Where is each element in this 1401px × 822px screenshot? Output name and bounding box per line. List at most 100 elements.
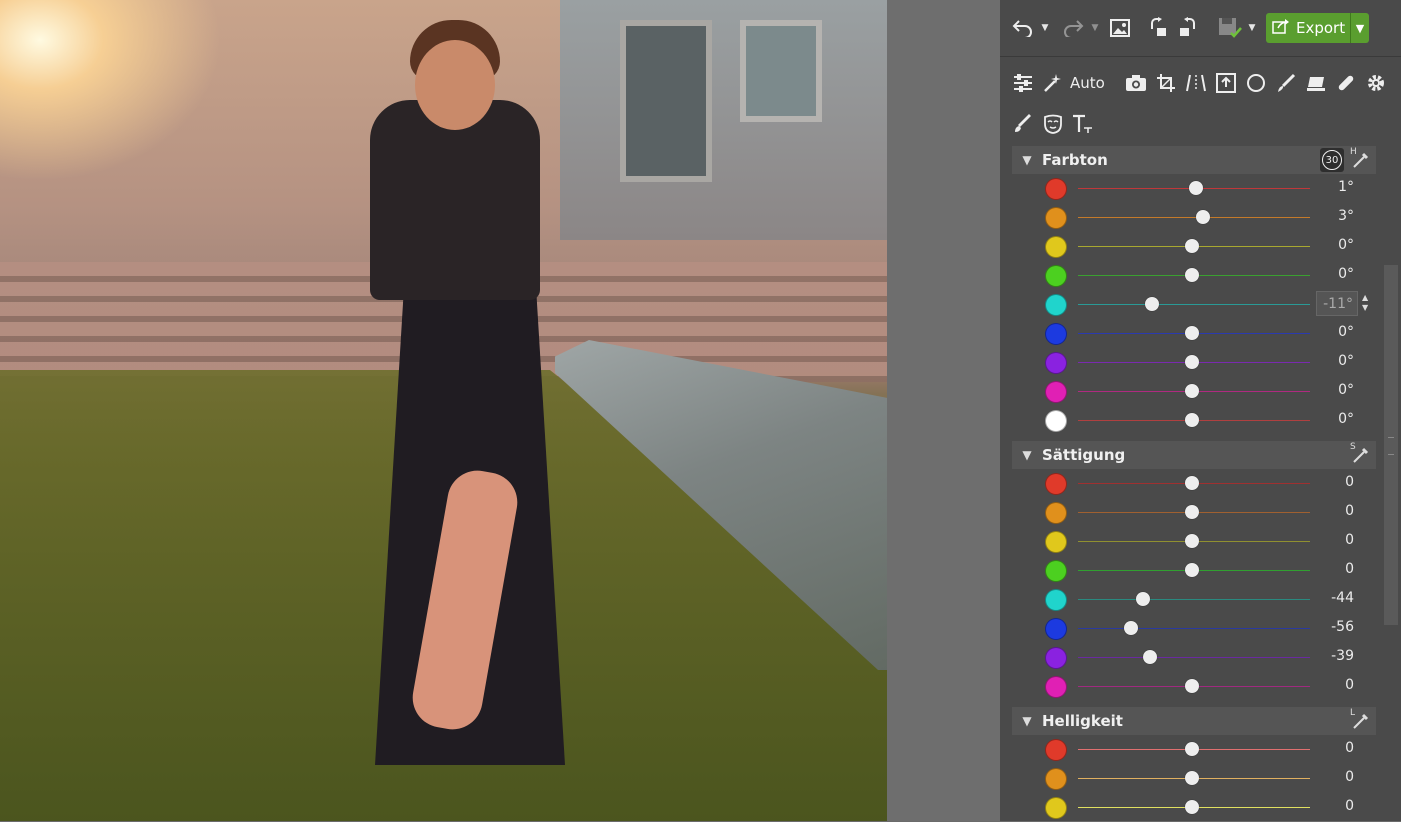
saturation-slider-track[interactable] (1078, 599, 1310, 600)
redo-icon[interactable] (1060, 14, 1086, 42)
scrollbar-grip[interactable] (1388, 437, 1394, 455)
hue-slider-row: 0° (1000, 348, 1390, 377)
lightness-value: 0 (1345, 798, 1354, 814)
hue-picker-icon[interactable]: H (1350, 147, 1372, 171)
hue-slider-thumb[interactable] (1145, 297, 1160, 311)
color-swatch (1045, 178, 1067, 200)
hue-slider-track[interactable] (1078, 304, 1310, 305)
hue-slider-row: 0° (1000, 319, 1390, 348)
export-icon (1266, 18, 1296, 38)
hue-slider-thumb[interactable] (1184, 239, 1199, 253)
magic-wand-icon[interactable] (1040, 70, 1066, 96)
lightness-slider-thumb[interactable] (1184, 771, 1199, 785)
saturation-slider-row: -39 (1000, 643, 1390, 672)
range-30-toggle[interactable]: 30 (1320, 148, 1344, 172)
lightness-slider-thumb[interactable] (1184, 800, 1199, 814)
saturation-section-title: Sättigung (1042, 446, 1126, 464)
lightness-slider-thumb[interactable] (1184, 742, 1199, 756)
saturation-slider-thumb[interactable] (1135, 592, 1150, 606)
value-spinner-icon[interactable]: ▲ ▼ (1362, 293, 1368, 313)
hue-slider-thumb[interactable] (1184, 355, 1199, 369)
color-swatch (1045, 768, 1067, 790)
save-icon[interactable] (1216, 14, 1244, 42)
hue-value: 0° (1338, 237, 1354, 253)
saturation-slider-track[interactable] (1078, 628, 1310, 629)
saturation-slider-row: 0 (1000, 556, 1390, 585)
perspective-icon[interactable] (1183, 70, 1209, 96)
hue-slider-thumb[interactable] (1184, 384, 1199, 398)
hue-picker-letter: H (1350, 147, 1357, 157)
collapse-triangle-icon[interactable]: ▼ (1012, 448, 1042, 462)
color-swatch (1045, 473, 1067, 495)
redo-history-chevron-down-icon[interactable]: ▼ (1088, 14, 1102, 42)
brush-icon[interactable] (1273, 70, 1299, 96)
hue-value-input[interactable]: -11° (1316, 291, 1358, 316)
color-swatch (1045, 739, 1067, 761)
hue-slider-thumb[interactable] (1196, 210, 1211, 224)
canvas-gutter (887, 0, 1000, 821)
color-swatch (1045, 352, 1067, 374)
crop-icon[interactable] (1153, 70, 1179, 96)
saturation-slider-track[interactable] (1078, 657, 1310, 658)
hue-slider-row: 3° (1000, 203, 1390, 232)
bandage-icon[interactable] (1333, 70, 1359, 96)
lightness-picker-icon[interactable]: L (1350, 708, 1372, 732)
panel-scrollbar[interactable] (1384, 265, 1398, 625)
hue-slider-row: -11° ▲ ▼ (1000, 290, 1390, 319)
face-retouch-icon[interactable] (1040, 111, 1066, 137)
saturation-value: 0 (1345, 503, 1354, 519)
saturation-slider-row: -44 (1000, 585, 1390, 614)
color-swatch (1045, 676, 1067, 698)
color-swatch (1045, 323, 1067, 345)
top-toolbar: ▼ ▼ ▼ Export ▼ (1000, 0, 1401, 57)
saturation-slider-thumb[interactable] (1184, 476, 1199, 490)
text-icon[interactable] (1070, 111, 1096, 137)
lightness-section-header[interactable]: ▼ Helligkeit L (1012, 707, 1376, 735)
saturation-slider-thumb[interactable] (1184, 679, 1199, 693)
undo-icon[interactable] (1010, 14, 1036, 42)
hue-slider-thumb[interactable] (1184, 268, 1199, 282)
rotate-left-icon[interactable] (1146, 14, 1172, 42)
rotate-right-icon[interactable] (1174, 14, 1200, 42)
export-options-chevron-down-icon[interactable]: ▼ (1350, 13, 1369, 43)
saturation-slider-thumb[interactable] (1184, 534, 1199, 548)
collapse-triangle-icon[interactable]: ▼ (1012, 714, 1042, 728)
saturation-slider-thumb[interactable] (1142, 650, 1157, 664)
hue-slider-row: 1° (1000, 174, 1390, 203)
photo-head (415, 40, 495, 130)
gradient-filter-icon[interactable] (1303, 70, 1329, 96)
hue-slider-thumb[interactable] (1184, 413, 1199, 427)
hue-section-header[interactable]: ▼ Farbton 30 H (1012, 146, 1376, 174)
hue-slider-row: 0° (1000, 406, 1390, 435)
saturation-slider-thumb[interactable] (1124, 621, 1139, 635)
export-button[interactable]: Export ▼ (1266, 13, 1369, 43)
color-swatch (1045, 531, 1067, 553)
image-icon[interactable] (1107, 14, 1133, 42)
lightness-slider-row: 0 (1000, 793, 1390, 822)
auto-button[interactable]: Auto (1070, 74, 1105, 92)
radial-filter-icon[interactable] (1243, 70, 1269, 96)
gear-icon[interactable] (1363, 70, 1389, 96)
upload-frame-icon[interactable] (1213, 70, 1239, 96)
saturation-slider-thumb[interactable] (1184, 505, 1199, 519)
hue-slider-thumb[interactable] (1189, 181, 1204, 195)
saturation-picker-letter: S (1350, 442, 1356, 452)
photo-preview[interactable] (0, 0, 887, 821)
save-options-chevron-down-icon[interactable]: ▼ (1246, 14, 1258, 42)
color-swatch (1045, 502, 1067, 524)
saturation-slider-thumb[interactable] (1184, 563, 1199, 577)
camera-icon[interactable] (1123, 70, 1149, 96)
range-30-label: 30 (1322, 150, 1342, 170)
hue-value: 0° (1338, 266, 1354, 282)
sliders-icon[interactable] (1010, 70, 1036, 96)
hue-value: 0° (1338, 382, 1354, 398)
eraser-brush-icon[interactable] (1010, 111, 1036, 137)
collapse-triangle-icon[interactable]: ▼ (1012, 153, 1042, 167)
undo-history-chevron-down-icon[interactable]: ▼ (1038, 14, 1052, 42)
hue-slider-track[interactable] (1078, 217, 1310, 218)
saturation-section-header[interactable]: ▼ Sättigung S (1012, 441, 1376, 469)
saturation-picker-icon[interactable]: S (1350, 442, 1372, 466)
saturation-slider-row: 0 (1000, 527, 1390, 556)
hue-slider-thumb[interactable] (1184, 326, 1199, 340)
hue-slider-row: 0° (1000, 377, 1390, 406)
